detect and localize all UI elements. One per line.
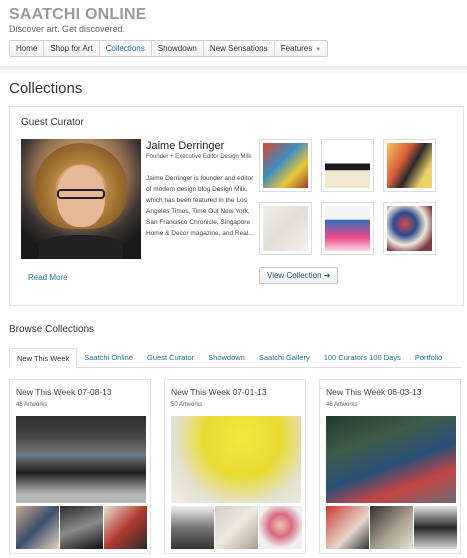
site-tagline: Discover art. Get discovered. [9, 24, 126, 34]
curated-artwork-thumb[interactable] [321, 139, 374, 192]
collection-card-thumb[interactable] [326, 506, 369, 549]
collection-card-thumb[interactable] [414, 506, 457, 549]
collection-card-thumb[interactable] [259, 506, 302, 549]
curated-artwork-thumb[interactable] [259, 139, 312, 192]
curator-bio: Jaime Derringer is founder and editor of… [146, 175, 254, 237]
nav-item-features-label: Features [280, 44, 313, 53]
nav-item-showdown[interactable]: Showdown [152, 41, 204, 56]
collection-card-count: 46 Artworks [326, 402, 358, 408]
tab-saatchi-online[interactable]: Saatchi Online [77, 348, 140, 367]
chevron-down-icon: ▼ [315, 47, 322, 53]
collection-card[interactable]: New This Week 07-01-13 50 Artworks [164, 379, 306, 554]
collection-card[interactable]: New This Week 07-08-13 48 Artworks [9, 379, 151, 554]
guest-curator-panel: Guest Curator Jaime Derringer Founder + … [9, 106, 464, 306]
artwork-image [387, 143, 432, 188]
guest-curator-heading: Guest Curator [21, 117, 84, 128]
read-more-link[interactable]: Read More [28, 273, 68, 282]
curator-photo-shirt [39, 235, 123, 259]
collection-card-main-image[interactable] [326, 416, 456, 503]
collection-tabs: New This Week Saatchi Online Guest Curat… [9, 348, 461, 368]
arrow-right-icon: ➜ [323, 271, 331, 280]
tab-new-this-week[interactable]: New This Week [9, 348, 78, 368]
artwork-image [325, 206, 370, 251]
nav-item-new-sensations[interactable]: New Sensations [204, 41, 275, 56]
page-title: Collections [9, 80, 83, 97]
main-nav: Home Shop for Art Collections Showdown N… [9, 40, 329, 57]
browse-collections-heading: Browse Collections [9, 324, 95, 335]
collection-card[interactable]: New This Week 06-03-13 46 Artworks [319, 379, 461, 554]
curated-artwork-thumb[interactable] [259, 202, 312, 255]
artwork-image [387, 206, 432, 251]
collection-card-thumb[interactable] [370, 506, 413, 549]
tab-portfolio[interactable]: Portfolio [408, 348, 450, 367]
nav-item-features[interactable]: Features ▼ [275, 41, 328, 56]
collection-card-thumb[interactable] [104, 506, 147, 549]
view-collection-label: View Collection [267, 271, 322, 280]
collection-card-count: 48 Artworks [16, 402, 48, 408]
curator-role: Founder + Executive Editor Design Milk [146, 154, 252, 160]
curator-photo-glasses [57, 189, 105, 199]
collection-card-main-image[interactable] [16, 416, 146, 503]
tab-guest-curator[interactable]: Guest Curator [140, 348, 201, 367]
curated-artwork-thumb[interactable] [383, 202, 436, 255]
curator-name[interactable]: Jaime Derringer [146, 140, 224, 153]
collection-card-thumb[interactable] [16, 506, 59, 549]
artwork-image [263, 143, 308, 188]
nav-item-shop-for-art[interactable]: Shop for Art [44, 41, 100, 56]
nav-item-collections[interactable]: Collections [99, 41, 152, 56]
collection-card-thumb[interactable] [60, 506, 103, 549]
curated-artwork-thumb[interactable] [383, 139, 436, 192]
collection-card-thumb[interactable] [215, 506, 258, 549]
collection-card-title[interactable]: New This Week 07-01-13 [171, 387, 267, 397]
site-logo[interactable]: SAATCHI ONLINE [9, 6, 461, 23]
collection-card-count: 50 Artworks [171, 402, 203, 408]
tab-showdown[interactable]: Showdown [201, 348, 252, 367]
view-collection-button[interactable]: View Collection ➜ [259, 267, 339, 284]
collection-card-main-image[interactable] [171, 416, 301, 503]
tab-saatchi-gallery[interactable]: Saatchi Gallery [252, 348, 317, 367]
curated-artwork-thumb[interactable] [321, 202, 374, 255]
collection-card-title[interactable]: New This Week 06-03-13 [326, 387, 422, 397]
artwork-image [325, 143, 370, 188]
collection-card-thumb[interactable] [171, 506, 214, 549]
nav-item-home[interactable]: Home [10, 41, 45, 56]
site-header: SAATCHI ONLINE Discover art. Get discove… [9, 6, 461, 35]
artwork-image [263, 206, 308, 251]
tab-100-curators-100-days[interactable]: 100 Curators 100 Days [317, 348, 408, 367]
header-divider [0, 66, 467, 74]
collection-card-title[interactable]: New This Week 07-08-13 [16, 387, 112, 397]
curator-photo[interactable] [21, 139, 141, 259]
